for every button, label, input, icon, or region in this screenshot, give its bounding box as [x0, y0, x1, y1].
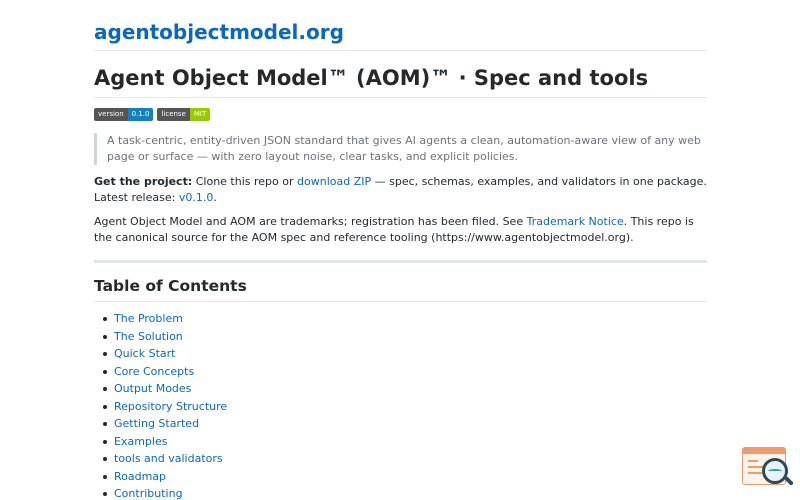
document-search-icon[interactable]: [740, 445, 794, 489]
bullet-icon: [103, 334, 107, 339]
intro-blockquote: A task-centric, entity-driven JSON stand…: [94, 133, 707, 165]
toc-link-the-solution[interactable]: The Solution: [114, 330, 183, 343]
document-line: [748, 460, 758, 462]
toc-link-the-problem[interactable]: The Problem: [114, 312, 183, 325]
toc-item: Quick Start: [94, 345, 227, 363]
bullet-icon: [103, 492, 107, 496]
release-link[interactable]: v0.1.0: [179, 191, 214, 204]
bullet-icon: [103, 422, 107, 426]
toc-item: Roadmap: [94, 468, 227, 486]
toc-list: The Problem The Solution Quick Start Cor…: [94, 310, 227, 500]
trademark-notice-link[interactable]: Trademark Notice: [527, 215, 624, 228]
toc-heading: Table of Contents: [94, 277, 247, 295]
trademark-paragraph: Agent Object Model and AOM are trademark…: [94, 214, 707, 246]
version-badge-key: version: [94, 108, 128, 121]
license-badge-key: license: [157, 108, 190, 121]
get-project-end: .: [213, 191, 217, 204]
document-header-bar: [743, 448, 785, 454]
toc-link-examples[interactable]: Examples: [114, 435, 167, 448]
toc-item: Contributing: [94, 485, 227, 500]
magnifier-handle: [784, 476, 794, 486]
toc-link-repository-structure[interactable]: Repository Structure: [114, 400, 227, 413]
bullet-icon: [103, 387, 107, 391]
get-project-paragraph: Get the project: Clone this repo or down…: [94, 174, 707, 206]
magnifier-icon: [762, 458, 788, 484]
get-project-pre: Clone this repo or: [192, 175, 298, 188]
toc-item: Core Concepts: [94, 363, 227, 381]
version-badge-value: 0.1.0: [127, 108, 154, 121]
toc-item: The Solution: [94, 328, 227, 346]
version-badge[interactable]: version 0.1.0: [94, 108, 154, 121]
bullet-icon: [103, 474, 107, 479]
toc-item: Examples: [94, 433, 227, 451]
header-divider: [94, 50, 707, 51]
section-divider: [94, 260, 707, 263]
toc-item: Output Modes: [94, 380, 227, 398]
page-title: Agent Object Model™ (AOM)™ · Spec and to…: [94, 66, 649, 90]
toc-item: Getting Started: [94, 415, 227, 433]
toc-item: tools and validators: [94, 450, 227, 468]
site-title-link[interactable]: agentobjectmodel.org: [94, 20, 344, 44]
toc-divider: [94, 301, 707, 302]
toc-item: Repository Structure: [94, 398, 227, 416]
bullet-icon: [103, 439, 107, 444]
get-project-label: Get the project:: [94, 175, 193, 188]
toc-link-output-modes[interactable]: Output Modes: [114, 382, 191, 395]
trademark-pre: Agent Object Model and AOM are trademark…: [94, 215, 527, 228]
title-divider: [94, 97, 707, 98]
bullet-icon: [103, 369, 107, 374]
bullet-icon: [103, 352, 107, 356]
toc-link-getting-started[interactable]: Getting Started: [114, 417, 199, 430]
bullet-icon: [103, 317, 107, 321]
toc-link-roadmap[interactable]: Roadmap: [114, 470, 166, 483]
download-zip-link[interactable]: download ZIP: [297, 175, 371, 188]
license-badge[interactable]: license MIT: [157, 108, 211, 121]
toc-link-tools-and-validators[interactable]: tools and validators: [114, 452, 223, 465]
wave-icon: [768, 469, 782, 473]
bullet-icon: [103, 404, 107, 409]
toc-link-contributing[interactable]: Contributing: [114, 487, 183, 500]
bullet-icon: [103, 457, 107, 461]
toc-link-quick-start[interactable]: Quick Start: [114, 347, 175, 360]
toc-link-core-concepts[interactable]: Core Concepts: [114, 365, 194, 378]
license-badge-value: MIT: [189, 108, 211, 121]
document-line: [748, 472, 762, 474]
badge-row: version 0.1.0 license MIT: [94, 108, 211, 121]
toc-item: The Problem: [94, 310, 227, 328]
